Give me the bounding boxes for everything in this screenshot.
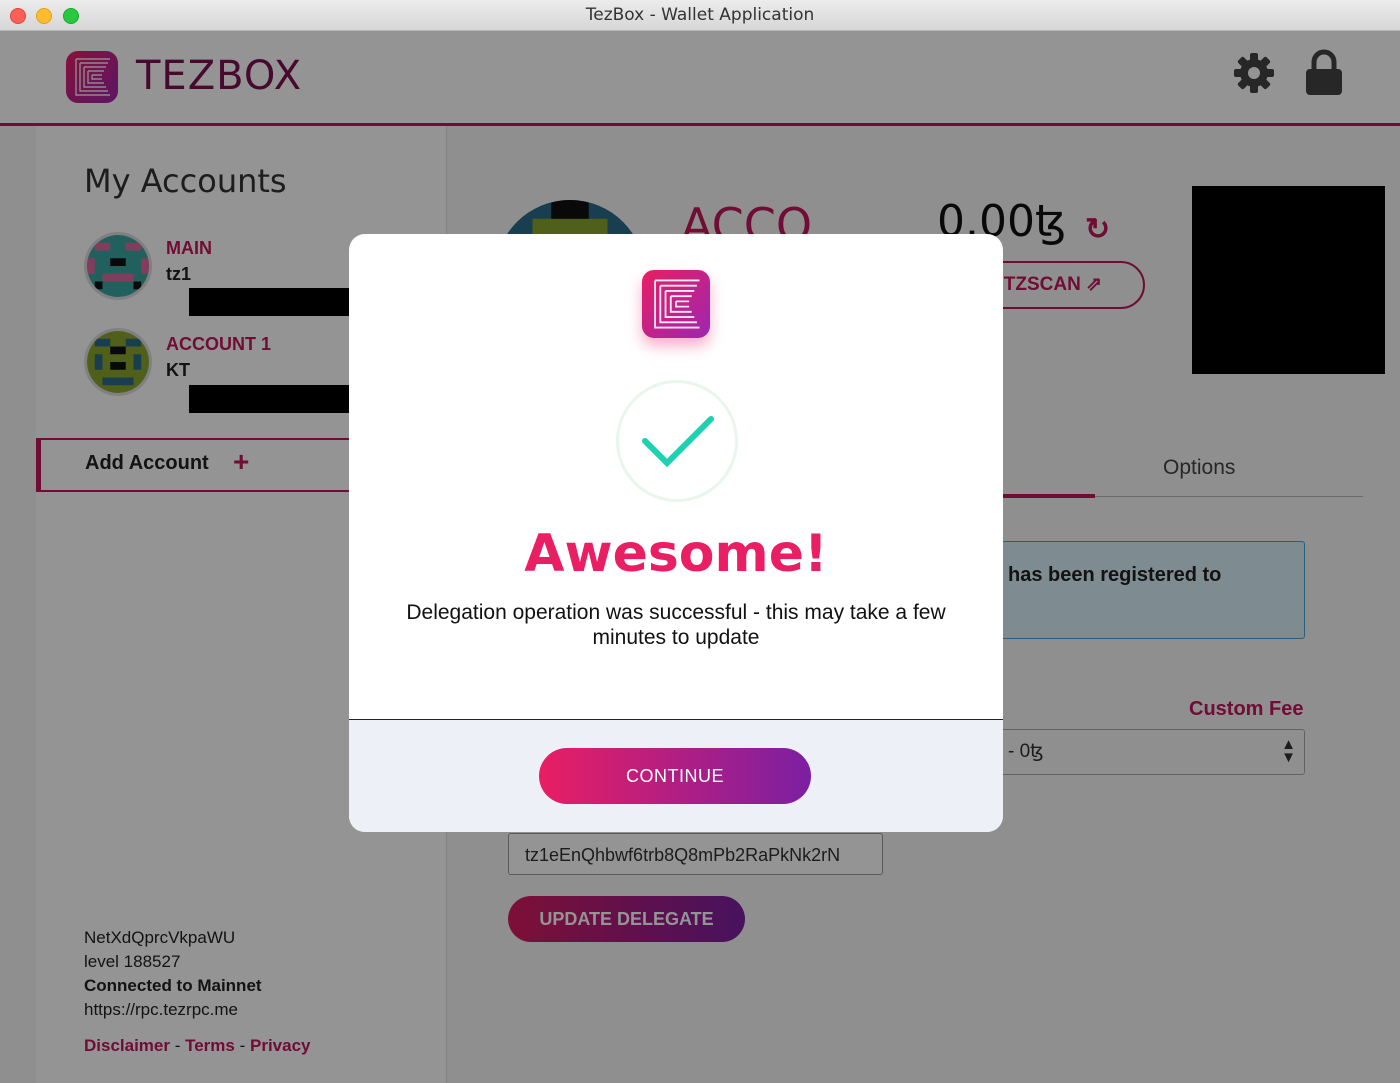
title-bar: TezBox - Wallet Application (0, 0, 1400, 31)
continue-button[interactable]: CONTINUE (539, 748, 811, 804)
close-window-button[interactable] (10, 8, 26, 24)
modal-footer: CONTINUE (349, 719, 1003, 832)
modal-title: Awesome! (524, 524, 828, 584)
modal-message: Delegation operation was successful - th… (406, 601, 946, 649)
minimize-window-button[interactable] (36, 8, 52, 24)
tezbox-logo (642, 270, 710, 338)
app-window: TezBox - Wallet Application TEZBOX My Ac… (0, 0, 1400, 1083)
maximize-window-button[interactable] (63, 8, 79, 24)
success-modal: Awesome! Delegation operation was succes… (349, 234, 1003, 832)
window-title: TezBox - Wallet Application (585, 5, 815, 25)
success-check-icon (616, 380, 738, 502)
